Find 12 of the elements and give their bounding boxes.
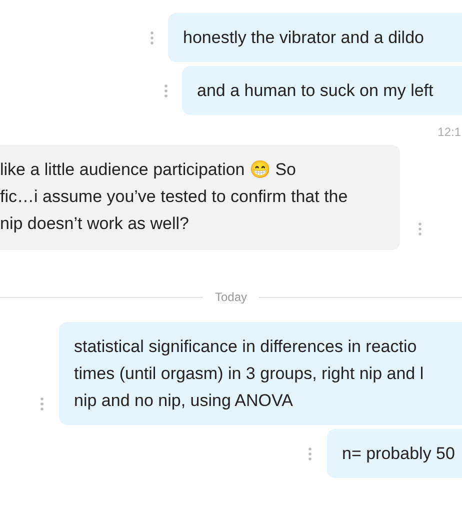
message-bubble: honestly the vibrator and a dildo	[168, 13, 462, 62]
message-bubble: n= probably 50	[327, 429, 462, 478]
message-bubble: and a human to suck on my left	[182, 66, 462, 115]
date-divider-label: Today	[214, 290, 248, 304]
more-options-icon[interactable]	[308, 446, 312, 460]
more-options-icon[interactable]	[150, 30, 154, 44]
message-time: 12:1	[438, 125, 462, 139]
more-options-icon[interactable]	[40, 397, 44, 411]
more-options-icon[interactable]	[164, 84, 168, 98]
message-bubble: statistical significance in differences in reactio times (until orgasm) in 3 groups, right nip and l nip and no nip, using ANOVA	[59, 322, 462, 425]
more-options-icon[interactable]	[418, 222, 422, 236]
message-bubble: like a little audience participation 😁 So fic…i assume you’ve tested to confirm that the nip doesn’t work as well?	[0, 145, 400, 250]
